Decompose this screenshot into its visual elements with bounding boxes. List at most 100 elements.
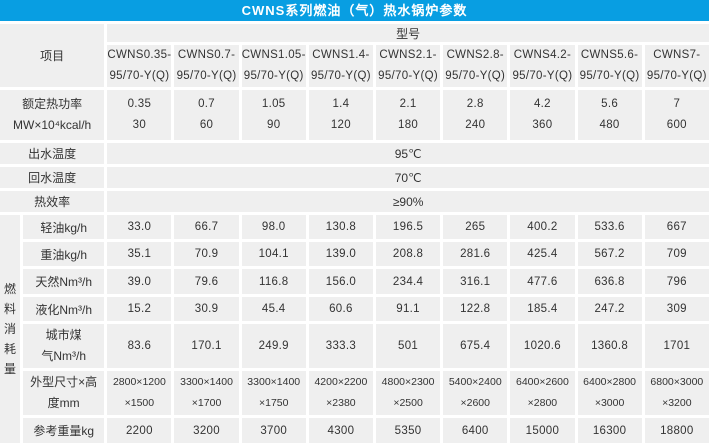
rated-power-label-line1: 额定热功率 xyxy=(0,94,104,115)
city-gas-value-cell: 1701 xyxy=(645,324,709,368)
natural-gas-value-cell: 796 xyxy=(645,269,709,294)
lpg-value-cell: 122.8 xyxy=(443,297,507,321)
parameters-table-wrap: 项目 型号 CWNS0.35-95/70-Y(Q)CWNS0.7-95/70-Y… xyxy=(0,21,709,443)
lpg-value-cell: 91.1 xyxy=(376,297,440,321)
rated-power-cell: 4.2360 xyxy=(510,90,574,140)
model-name-cell: CWNS1.4-95/70-Y(Q) xyxy=(309,45,373,87)
dimensions-label-line1: 外型尺寸×高 xyxy=(23,372,104,393)
heavy-oil-value-cell: 425.4 xyxy=(510,242,574,266)
city-gas-value-cell: 501 xyxy=(376,324,440,368)
city-gas-label: 城市煤 气Nm³/h xyxy=(23,324,104,368)
city-gas-value-cell: 170.1 xyxy=(174,324,238,368)
rated-power-cell: 0.760 xyxy=(174,90,238,140)
rated-power-row: 额定热功率 MW×10⁴kcal/h 0.35300.7601.05901.41… xyxy=(0,90,709,140)
natural-gas-label: 天然Nm³/h xyxy=(23,269,104,294)
city-gas-label-line2: 气Nm³/h xyxy=(23,346,104,367)
lpg-value-cell: 15.2 xyxy=(107,297,171,321)
heavy-oil-value-cell: 104.1 xyxy=(242,242,306,266)
model-name-cell: CWNS2.8-95/70-Y(Q) xyxy=(443,45,507,87)
dimensions-row: 外型尺寸×高 度mm 2800×1200×15003300×1400×17003… xyxy=(0,371,709,415)
model-number-header: 型号 xyxy=(107,24,709,42)
light-oil-value-cell: 66.7 xyxy=(174,215,238,239)
city-gas-value-cell: 675.4 xyxy=(443,324,507,368)
light-oil-row: 燃料消耗量 轻油kg/h 33.066.798.0130.8196.526540… xyxy=(0,215,709,239)
rated-power-cell: 1.0590 xyxy=(242,90,306,140)
city-gas-value-cell: 83.6 xyxy=(107,324,171,368)
heavy-oil-row: 重油kg/h 35.170.9104.1139.0208.8281.6425.4… xyxy=(0,242,709,266)
title-bar: CWNS系列燃油（气）热水锅炉参数 xyxy=(0,0,709,21)
rated-power-cell: 1.4120 xyxy=(309,90,373,140)
thermal-efficiency-row: 热效率 ≥90% xyxy=(0,191,709,212)
weight-value-cell: 15000 xyxy=(510,418,574,443)
lpg-label: 液化Nm³/h xyxy=(23,297,104,321)
weight-value-cell: 4300 xyxy=(309,418,373,443)
dimensions-value-cell: 2800×1200×1500 xyxy=(107,371,171,415)
heavy-oil-value-cell: 35.1 xyxy=(107,242,171,266)
natural-gas-value-cell: 477.6 xyxy=(510,269,574,294)
rated-power-cell: 0.3530 xyxy=(107,90,171,140)
natural-gas-value-cell: 79.6 xyxy=(174,269,238,294)
natural-gas-value-cell: 39.0 xyxy=(107,269,171,294)
light-oil-value-cell: 667 xyxy=(645,215,709,239)
dimensions-value-cell: 3300×1400×1750 xyxy=(242,371,306,415)
natural-gas-value-cell: 636.8 xyxy=(578,269,642,294)
weight-label: 参考重量kg xyxy=(23,418,104,443)
light-oil-value-cell: 265 xyxy=(443,215,507,239)
weight-value-cell: 3200 xyxy=(174,418,238,443)
thermal-efficiency-label: 热效率 xyxy=(0,191,104,212)
light-oil-value-cell: 130.8 xyxy=(309,215,373,239)
heavy-oil-value-cell: 567.2 xyxy=(578,242,642,266)
weight-value-cell: 2200 xyxy=(107,418,171,443)
dimensions-value-cell: 4200×2200×2380 xyxy=(309,371,373,415)
thermal-efficiency-value: ≥90% xyxy=(107,191,709,212)
city-gas-value-cell: 1020.6 xyxy=(510,324,574,368)
natural-gas-value-cell: 234.4 xyxy=(376,269,440,294)
city-gas-label-line1: 城市煤 xyxy=(23,325,104,346)
heavy-oil-value-cell: 281.6 xyxy=(443,242,507,266)
rated-power-cell: 7600 xyxy=(645,90,709,140)
model-name-cell: CWNS2.1-95/70-Y(Q) xyxy=(376,45,440,87)
dimensions-value-cell: 3300×1400×1700 xyxy=(174,371,238,415)
light-oil-value-cell: 98.0 xyxy=(242,215,306,239)
city-gas-value-cell: 1360.8 xyxy=(578,324,642,368)
heavy-oil-label: 重油kg/h xyxy=(23,242,104,266)
light-oil-label: 轻油kg/h xyxy=(23,215,104,239)
model-name-cell: CWNS1.05-95/70-Y(Q) xyxy=(242,45,306,87)
dimensions-label: 外型尺寸×高 度mm xyxy=(23,371,104,415)
fuel-consumption-group-label: 燃料消耗量 xyxy=(0,215,20,443)
weight-value-cell: 16300 xyxy=(578,418,642,443)
weight-value-cell: 6400 xyxy=(443,418,507,443)
dimensions-value-cell: 4800×2300×2500 xyxy=(376,371,440,415)
weight-value-cell: 18800 xyxy=(645,418,709,443)
lpg-value-cell: 247.2 xyxy=(578,297,642,321)
model-name-cell: CWNS0.7-95/70-Y(Q) xyxy=(174,45,238,87)
city-gas-value-cell: 249.9 xyxy=(242,324,306,368)
lpg-value-cell: 45.4 xyxy=(242,297,306,321)
model-name-cell: CWNS7-95/70-Y(Q) xyxy=(645,45,709,87)
heavy-oil-value-cell: 709 xyxy=(645,242,709,266)
weight-row: 参考重量kg 220032003700430053506400150001630… xyxy=(0,418,709,443)
rated-power-cell: 2.1180 xyxy=(376,90,440,140)
boiler-parameters-table: 项目 型号 CWNS0.35-95/70-Y(Q)CWNS0.7-95/70-Y… xyxy=(0,21,709,443)
header-row: 项目 型号 xyxy=(0,24,709,42)
natural-gas-row: 天然Nm³/h 39.079.6116.8156.0234.4316.1477.… xyxy=(0,269,709,294)
return-temp-value: 70℃ xyxy=(107,167,709,188)
model-name-cell: CWNS4.2-95/70-Y(Q) xyxy=(510,45,574,87)
city-gas-value-cell: 333.3 xyxy=(309,324,373,368)
return-temp-label: 回水温度 xyxy=(0,167,104,188)
outlet-temp-value: 95℃ xyxy=(107,143,709,164)
rated-power-label-line2: MW×10⁴kcal/h xyxy=(0,115,104,136)
model-names-row: CWNS0.35-95/70-Y(Q)CWNS0.7-95/70-Y(Q)CWN… xyxy=(0,45,709,87)
return-temp-row: 回水温度 70℃ xyxy=(0,167,709,188)
rated-power-cell: 2.8240 xyxy=(443,90,507,140)
outlet-temp-label: 出水温度 xyxy=(0,143,104,164)
lpg-row: 液化Nm³/h 15.230.945.460.691.1122.8185.424… xyxy=(0,297,709,321)
heavy-oil-value-cell: 70.9 xyxy=(174,242,238,266)
dimensions-value-cell: 6400×2800×3000 xyxy=(578,371,642,415)
heavy-oil-value-cell: 139.0 xyxy=(309,242,373,266)
lpg-value-cell: 60.6 xyxy=(309,297,373,321)
dimensions-value-cell: 5400×2400×2600 xyxy=(443,371,507,415)
page-title: CWNS系列燃油（气）热水锅炉参数 xyxy=(242,3,468,18)
lpg-value-cell: 309 xyxy=(645,297,709,321)
weight-value-cell: 5350 xyxy=(376,418,440,443)
